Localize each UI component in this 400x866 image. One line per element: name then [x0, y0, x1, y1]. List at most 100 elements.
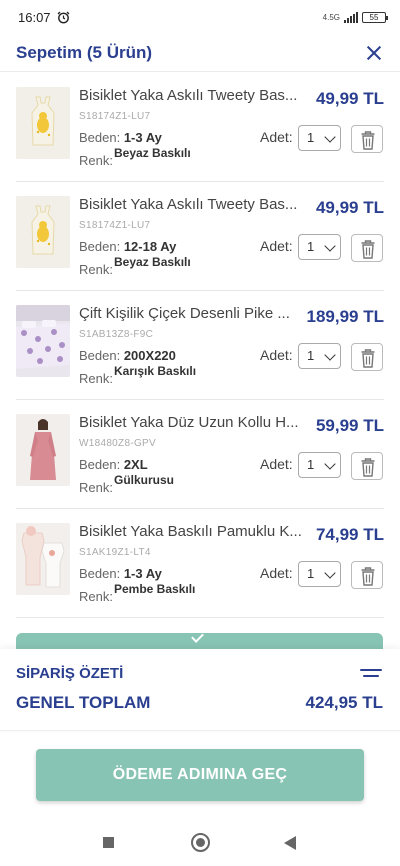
- color-value: Gülkurusu: [114, 473, 175, 487]
- color-value: Beyaz Baskılı: [114, 255, 191, 269]
- quantity-select[interactable]: 1: [298, 234, 341, 260]
- product-image[interactable]: [16, 196, 70, 268]
- chevron-down-icon: [324, 567, 336, 579]
- total-label: GENEL TOPLAM: [16, 693, 151, 712]
- product-price: 59,99 TL: [315, 416, 384, 435]
- color-label: Renk:: [79, 153, 113, 168]
- quantity-value: 1: [307, 348, 315, 363]
- chevron-down-icon: [324, 131, 336, 143]
- home-icon[interactable]: [191, 833, 210, 852]
- product-image[interactable]: [16, 305, 70, 377]
- product-sku: S18174Z1-LU7: [79, 220, 151, 231]
- delete-button[interactable]: [351, 561, 383, 589]
- close-icon[interactable]: [364, 43, 384, 63]
- cart-item: Bisiklet Yaka Askılı Tweety Bas... 49,99…: [0, 73, 400, 182]
- product-price: 74,99 TL: [315, 525, 384, 544]
- checkout-button[interactable]: ÖDEME ADIMINA GEÇ: [36, 749, 364, 801]
- product-price: 189,99 TL: [306, 307, 385, 326]
- delete-button[interactable]: [351, 125, 383, 153]
- trash-icon: [361, 567, 375, 586]
- battery-icon: 55: [362, 11, 388, 23]
- size-row: Beden: 1-3 Ay: [79, 130, 162, 145]
- color-label: Renk:: [79, 589, 113, 604]
- quantity-label: Adet:: [260, 456, 293, 472]
- alarm-icon: [57, 11, 70, 23]
- size-value: 1-3 Ay: [123, 130, 162, 145]
- size-label: Beden:: [79, 239, 121, 254]
- quantity-select[interactable]: 1: [298, 125, 341, 151]
- quantity-value: 1: [307, 457, 315, 472]
- summary-title: SİPARİŞ ÖZETİ: [16, 665, 124, 682]
- product-sku: S1AK19Z1-LT4: [79, 547, 151, 558]
- size-row: Beden: 12-18 Ay: [79, 239, 176, 254]
- delete-button[interactable]: [351, 452, 383, 480]
- size-label: Beden:: [79, 348, 121, 363]
- color-label: Renk:: [79, 480, 113, 495]
- product-name[interactable]: Bisiklet Yaka Askılı Tweety Bas...: [79, 87, 307, 104]
- cart-header: Sepetim (5 Ürün): [0, 34, 400, 72]
- size-value: 12-18 Ay: [123, 239, 177, 254]
- product-image[interactable]: [16, 523, 70, 595]
- trash-icon: [361, 131, 375, 150]
- size-row: Beden: 200X220: [79, 348, 176, 363]
- chevron-down-icon: [324, 458, 336, 470]
- cart-item: Çift Kişilik Çiçek Desenli Pike ... 189,…: [0, 291, 400, 400]
- quantity-label: Adet:: [260, 347, 293, 363]
- color-value: Pembe Baskılı: [114, 582, 196, 596]
- color-value: Karışık Baskılı: [114, 364, 197, 378]
- quantity-value: 1: [307, 239, 315, 254]
- quantity-label: Adet:: [260, 129, 293, 145]
- total-value: 424,95 TL: [305, 693, 384, 712]
- trash-icon: [361, 240, 375, 259]
- color-label: Renk:: [79, 371, 113, 386]
- signal-icon: [344, 11, 358, 23]
- size-label: Beden:: [79, 130, 121, 145]
- product-name[interactable]: Çift Kişilik Çiçek Desenli Pike ...: [79, 305, 307, 322]
- cart-item: Bisiklet Yaka Askılı Tweety Bas... 49,99…: [0, 182, 400, 291]
- quantity-label: Adet:: [260, 238, 293, 254]
- status-time: 16:07: [18, 9, 51, 25]
- product-sku: S1AB13Z8-F9C: [79, 329, 154, 340]
- page-title: Sepetim (5 Ürün): [16, 42, 153, 62]
- product-name[interactable]: Bisiklet Yaka Baskılı Pamuklu K...: [79, 523, 307, 540]
- battery-level: 55: [369, 12, 379, 22]
- product-sku: S18174Z1-LU7: [79, 111, 151, 122]
- size-row: Beden: 1-3 Ay: [79, 566, 162, 581]
- product-sku: W18480Z8-GPV: [79, 438, 156, 449]
- size-label: Beden:: [79, 457, 121, 472]
- product-image[interactable]: [16, 87, 70, 159]
- product-price: 49,99 TL: [315, 89, 384, 108]
- back-icon[interactable]: [284, 836, 296, 850]
- network-type: 4.5G: [322, 12, 340, 22]
- cart-item: Bisiklet Yaka Düz Uzun Kollu H... 59,99 …: [0, 400, 400, 509]
- trash-icon: [361, 349, 375, 368]
- system-nav-bar: [0, 818, 400, 866]
- quantity-value: 1: [307, 566, 315, 581]
- chevron-down-icon: [324, 240, 336, 252]
- color-label: Renk:: [79, 262, 113, 277]
- product-name[interactable]: Bisiklet Yaka Askılı Tweety Bas...: [79, 196, 307, 213]
- size-value: 1-3 Ay: [123, 566, 162, 581]
- menu-icon[interactable]: [360, 669, 382, 681]
- product-image[interactable]: [16, 414, 70, 486]
- size-row: Beden: 2XL: [79, 457, 148, 472]
- quantity-value: 1: [307, 130, 315, 145]
- quantity-select[interactable]: 1: [298, 343, 341, 369]
- quantity-select[interactable]: 1: [298, 452, 341, 478]
- size-value: 2XL: [123, 457, 148, 472]
- product-name[interactable]: Bisiklet Yaka Düz Uzun Kollu H...: [79, 414, 307, 431]
- size-value: 200X220: [123, 348, 176, 363]
- order-summary: SİPARİŞ ÖZETİ GENEL TOPLAM 424,95 TL: [0, 649, 400, 731]
- color-value: Beyaz Baskılı: [114, 146, 191, 160]
- quantity-select[interactable]: 1: [298, 561, 341, 587]
- cart-list[interactable]: Bisiklet Yaka Askılı Tweety Bas... 49,99…: [0, 73, 400, 633]
- check-icon: [191, 630, 204, 643]
- status-bar: 16:07 4.5G 55: [0, 0, 400, 34]
- chevron-down-icon: [324, 349, 336, 361]
- recents-icon[interactable]: [103, 837, 114, 848]
- divider: [16, 617, 384, 618]
- collapsed-banner[interactable]: [16, 630, 383, 649]
- delete-button[interactable]: [351, 343, 383, 371]
- cart-item: Bisiklet Yaka Baskılı Pamuklu K... 74,99…: [0, 509, 400, 618]
- delete-button[interactable]: [351, 234, 383, 262]
